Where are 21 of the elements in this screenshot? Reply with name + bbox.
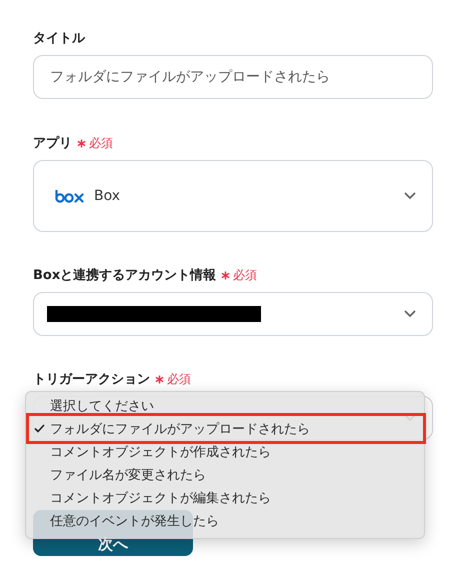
menu-option[interactable]: ファイル名が変更されたら (26, 463, 424, 486)
box-logo-icon (55, 190, 84, 202)
select-value: Box (94, 188, 120, 204)
required-label: 必須 (89, 134, 113, 152)
required-label: 必須 (167, 370, 191, 388)
chevron-down-icon (404, 310, 416, 318)
menu-option[interactable]: コメントオブジェクトが編集されたら (26, 486, 424, 509)
title-input[interactable]: フォルダにファイルがアップロードされたら (33, 55, 433, 99)
asterisk-icon (77, 138, 86, 148)
account-select[interactable] (33, 292, 433, 336)
app-select[interactable]: Box (33, 160, 433, 232)
field-label: Boxと連携するアカウント情報 (33, 266, 216, 284)
field-label: タイトル (33, 30, 85, 47)
asterisk-icon (221, 270, 230, 280)
menu-option[interactable]: 任意のイベントが発生したら (26, 509, 424, 532)
chevron-down-icon (404, 192, 416, 200)
field-label: アプリ (33, 134, 72, 152)
checkmark-icon (34, 424, 45, 433)
field-label: トリガーアクション (33, 371, 150, 388)
required-label: 必須 (233, 266, 258, 284)
asterisk-icon (155, 374, 164, 384)
